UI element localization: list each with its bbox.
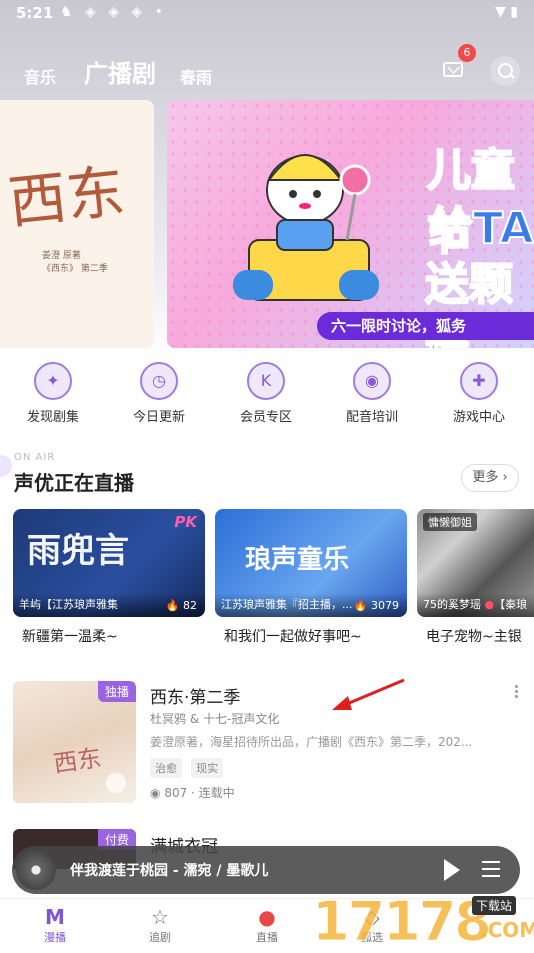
banner-left-title: 西东 (5, 157, 128, 237)
tab-music[interactable]: 音乐 (24, 64, 56, 88)
pk-badge: PK (174, 513, 197, 531)
mail-icon[interactable] (443, 62, 463, 77)
red-arrow-annotation (332, 678, 405, 710)
live-card[interactable]: 雨兜言 PK 羊屿【江苏琅声雅集 🔥 82 (13, 509, 205, 617)
live-card[interactable]: 琅声童乐 江苏琅声雅集『招主播，... 🔥 3079 (215, 509, 407, 617)
onair-label: ON AIR (14, 452, 56, 463)
quick-vip[interactable]: K 会员专区 (221, 362, 311, 425)
drama-tag: 治愈 (150, 758, 182, 778)
live-caption: 新疆第一温柔~ (22, 629, 118, 645)
drama-title: 西东·第二季 (150, 688, 241, 708)
drama-author: 杜冥鸦 & 十七-冠声文化 (150, 712, 280, 726)
live-card-art: 雨兜言 (27, 531, 129, 571)
star-icon: ☆ (151, 905, 169, 929)
banner-title-line2: 给TA (428, 202, 534, 255)
signal-battery-icon: ▼ ▮ (495, 4, 518, 20)
cat-mascot-illustration (233, 154, 379, 301)
live-caption: 和我们一起做好事吧~ (224, 629, 362, 645)
banner-main[interactable]: 儿童节 给TA 送颗糖 六一限时讨论，狐务 (167, 100, 534, 348)
streamer-name: 75的奚梦瑶 ●【秦琅 (423, 598, 528, 611)
notification-icons: ♞ ◈ ◈ ◈ • (60, 4, 167, 20)
quick-discover[interactable]: ✦ 发现剧集 (8, 362, 98, 425)
more-button[interactable]: 更多 › (461, 464, 519, 492)
search-icon[interactable] (490, 56, 520, 86)
nav-manbo[interactable]: M 漫播 (25, 905, 85, 945)
quick-today[interactable]: ◷ 今日更新 (114, 362, 204, 425)
drama-list-item[interactable]: 西东 独播 西东·第二季 杜冥鸦 & 十七-冠声文化 姜澄原著，海星招待所出品，… (13, 681, 521, 803)
live-card-art: 琅声童乐 (245, 545, 350, 575)
tab-drama[interactable]: 广播剧 (84, 54, 156, 89)
gamepad-icon: ✚ (460, 362, 498, 400)
eye-icon: ◉ (150, 786, 161, 800)
live-section-title: 声优正在直播 (14, 471, 134, 495)
nav-label: 追剧 (149, 931, 171, 944)
quick-label: 游戏中心 (452, 410, 505, 425)
tab-spring[interactable]: 春雨 (180, 64, 212, 88)
side-indicator (0, 455, 12, 477)
drama-tags: 治愈 现实 (150, 757, 227, 778)
live-card-tag: 慵懒御姐 (423, 513, 477, 531)
manbo-icon: M (45, 905, 65, 929)
watermark-logo: 17178 (312, 890, 493, 953)
live-icon: ● (258, 905, 276, 929)
player-track-title: 伴我渡莲于桃园 - 濡宛 / 墨歌儿 (70, 863, 269, 879)
play-icon[interactable] (444, 859, 460, 881)
watermark-sub: 下载站 (472, 896, 517, 915)
more-label: 更多 (472, 470, 499, 485)
more-options-icon[interactable] (515, 685, 519, 699)
quick-label: 发现剧集 (26, 410, 79, 425)
nav-live[interactable]: ● 直播 (237, 905, 297, 945)
drama-tag: 现实 (191, 758, 224, 778)
drama-stats: ◉ 807 · 连载中 (150, 786, 235, 800)
viewer-count: 🔥 3079 (353, 599, 399, 612)
banner-strip: 六一限时讨论，狐务 (317, 312, 534, 340)
banner-prev[interactable]: 西东 姜澄 原著 《西东》 第二季 (0, 100, 154, 348)
album-disc-icon[interactable] (16, 850, 56, 890)
quick-label: 今日更新 (132, 410, 185, 425)
quick-menu: ✦ 发现剧集 ◷ 今日更新 K 会员专区 ◉ 配音培训 ✚ 游戏中心 (0, 362, 534, 434)
status-bar: 5:21 ♞ ◈ ◈ ◈ • ▼ ▮ (0, 0, 534, 28)
banner-left-subtitle: 姜澄 原著 《西东》 第二季 (42, 251, 108, 274)
calendar-icon: ◷ (140, 362, 178, 400)
quick-label: 配音培训 (345, 410, 398, 425)
quick-dubbing[interactable]: ◉ 配音培训 (327, 362, 417, 425)
exclusive-badge: 独播 (97, 681, 136, 702)
nav-label: 漫播 (44, 931, 66, 944)
play-icon[interactable] (106, 773, 126, 793)
mic-icon: ◉ (353, 362, 391, 400)
nav-follow[interactable]: ☆ 追剧 (130, 905, 190, 945)
playlist-icon[interactable] (482, 861, 500, 879)
vip-icon: K (247, 362, 285, 400)
streamer-name: 江苏琅声雅集『招主播，... (221, 598, 353, 611)
quick-games[interactable]: ✚ 游戏中心 (434, 362, 524, 425)
top-nav: 音乐 广播剧 春雨 6 (0, 44, 534, 90)
drama-cover[interactable]: 西东 独播 (13, 681, 136, 803)
status-time: 5:21 (16, 4, 54, 22)
streamer-name: 羊屿【江苏琅声雅集 (19, 598, 118, 611)
live-caption: 电子宠物~主银 (426, 629, 522, 645)
viewer-count: 🔥 82 (165, 599, 197, 612)
mini-player[interactable]: 伴我渡莲于桃园 - 濡宛 / 墨歌儿 (12, 846, 520, 894)
discover-icon: ✦ (34, 362, 72, 400)
cover-art: 西东 (51, 743, 104, 779)
watermark-com: .COM (480, 918, 534, 942)
live-card[interactable]: 慵懒御姐 75的奚梦瑶 ●【秦琅 (417, 509, 534, 617)
quick-label: 会员专区 (239, 410, 292, 425)
drama-description: 姜澄原著，海星招待所出品，广播剧《西东》第二季，202... (150, 735, 473, 749)
notification-badge: 6 (458, 44, 476, 62)
nav-label: 直播 (256, 931, 278, 944)
